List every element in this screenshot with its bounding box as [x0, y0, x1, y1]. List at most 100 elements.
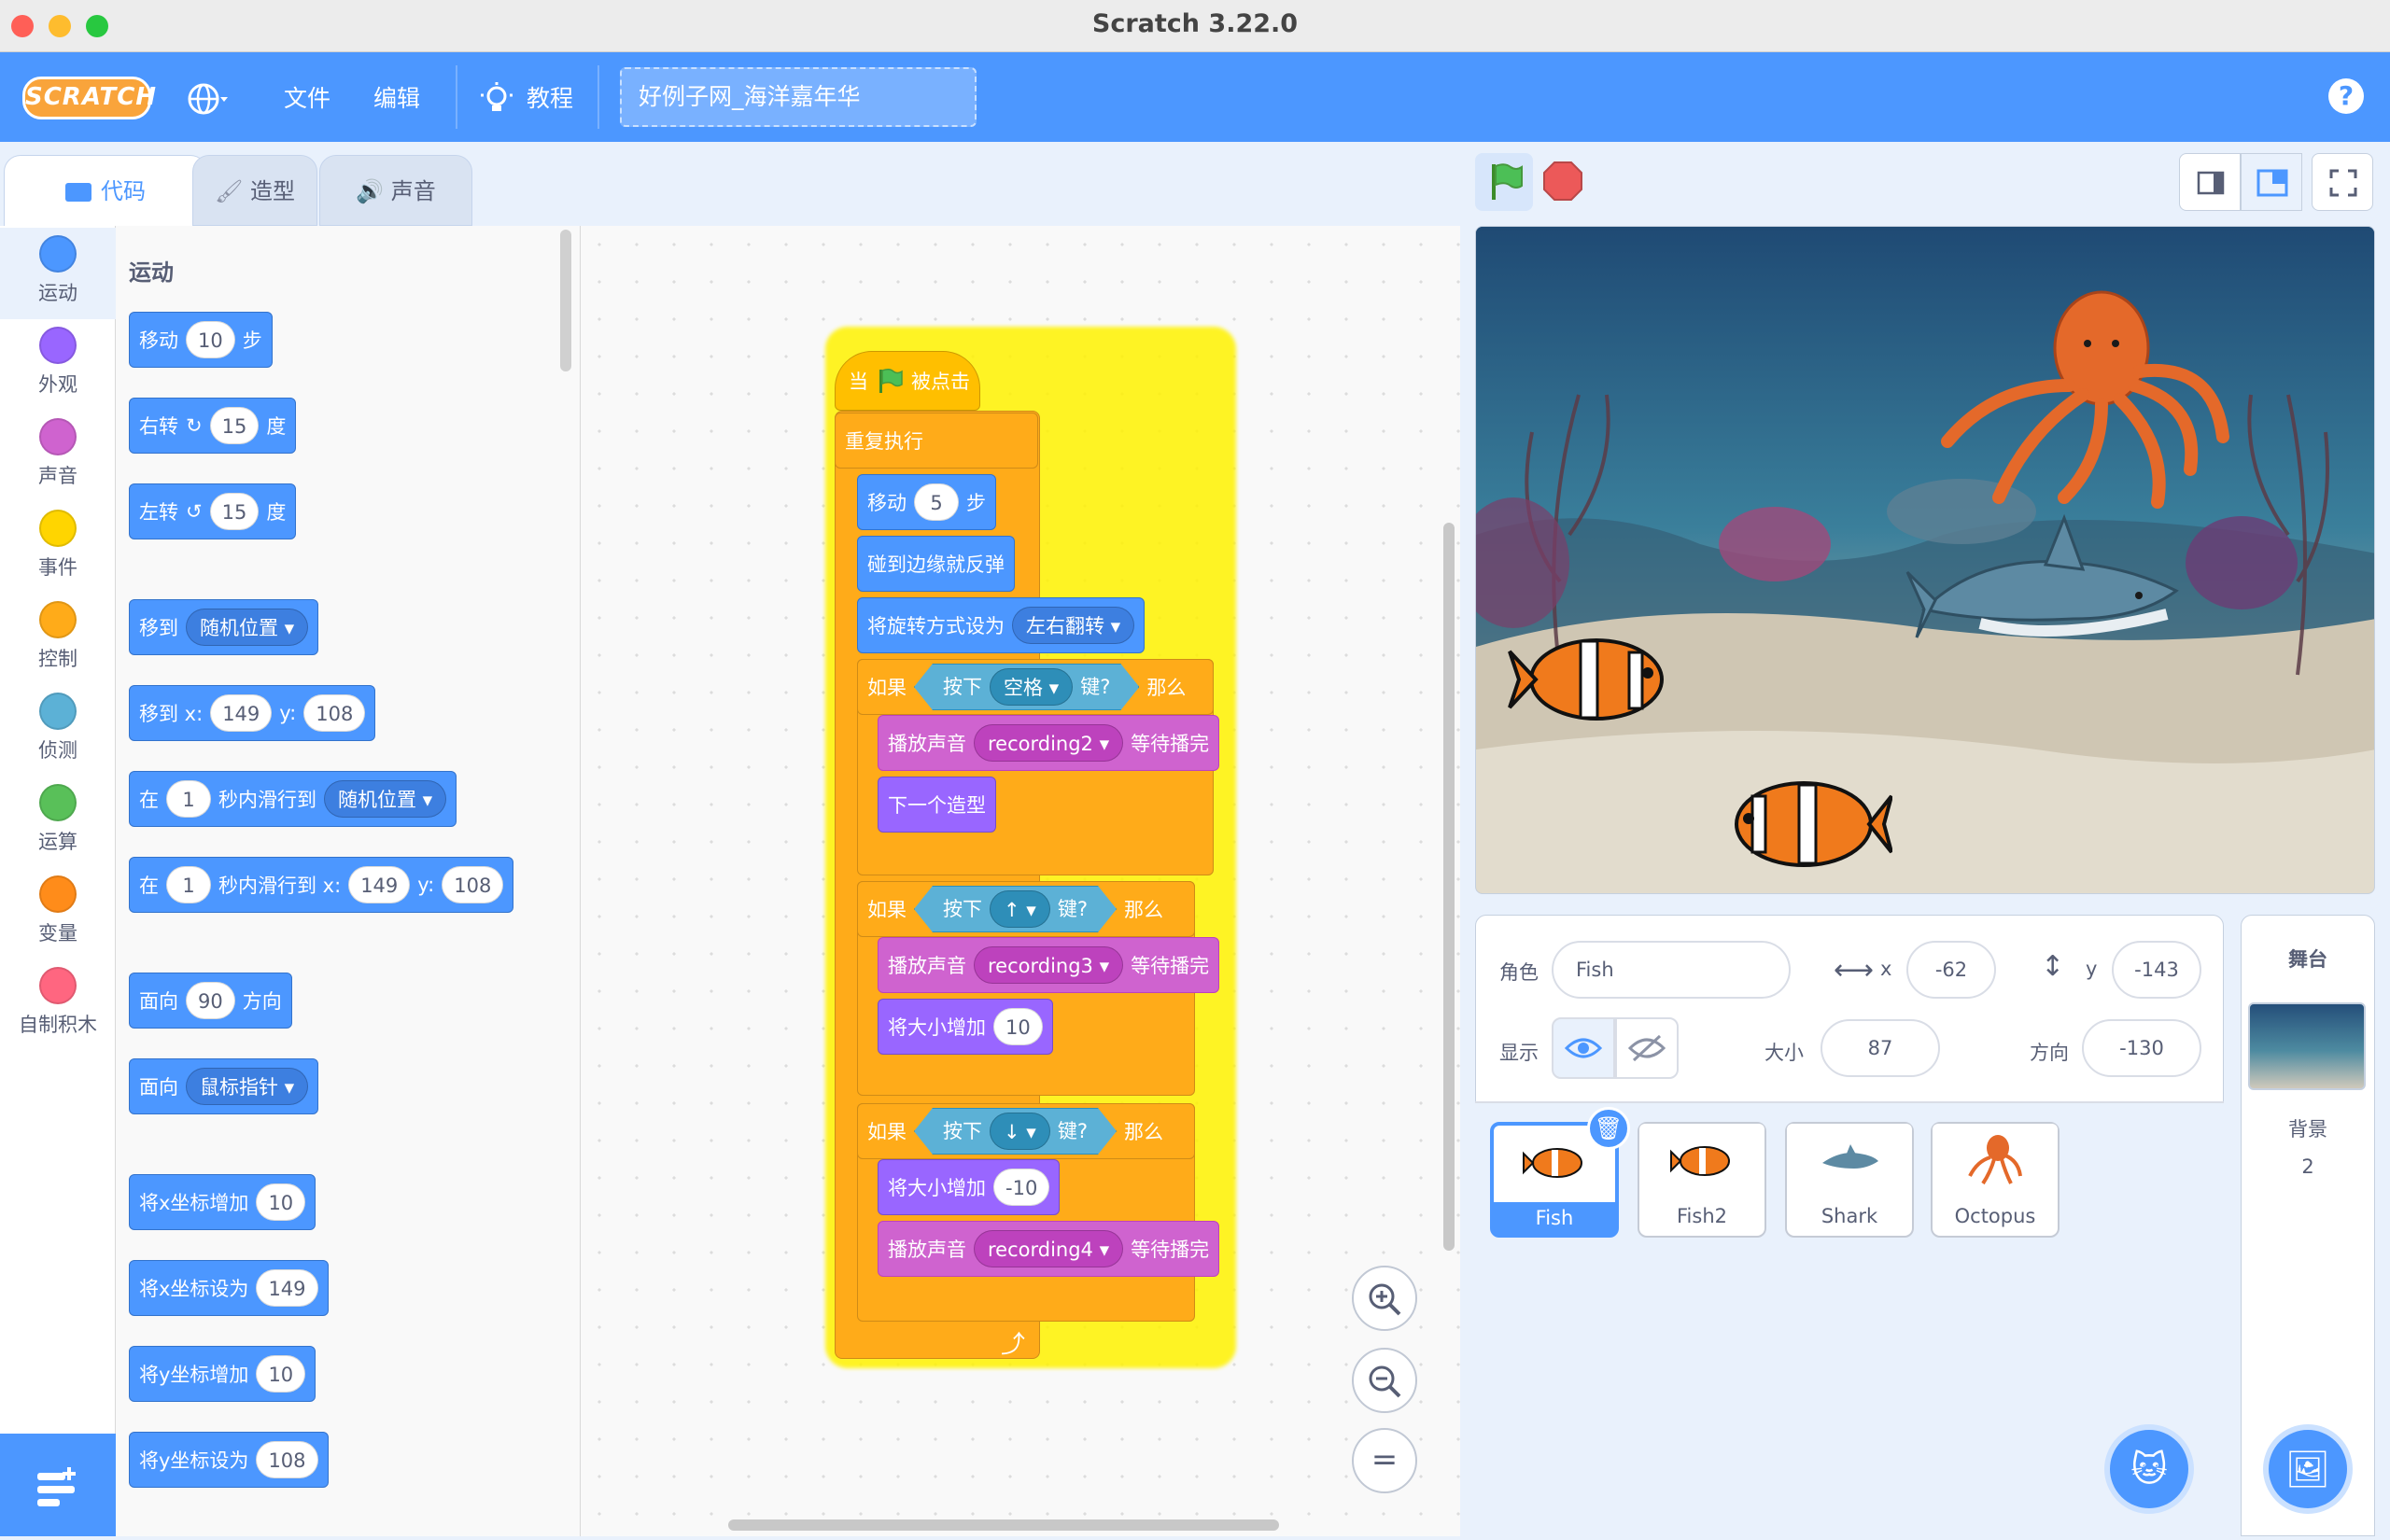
- block-change-x[interactable]: 将x坐标增加 10: [129, 1174, 316, 1230]
- block-goto[interactable]: 移到 随机位置 ▾: [129, 599, 319, 655]
- key-pressed-block[interactable]: 按下 空格 ▾ 键?: [914, 664, 1139, 710]
- category-sound[interactable]: 声音: [0, 411, 116, 502]
- sprite-card-fish2[interactable]: Fish2: [1638, 1122, 1766, 1238]
- block-play-sound-until-done[interactable]: 播放声音 recording2 ▾ 等待播完: [878, 715, 1220, 771]
- block-dropdown[interactable]: 鼠标指针 ▾: [186, 1068, 309, 1105]
- file-menu[interactable]: 文件: [284, 80, 330, 118]
- sound-dropdown[interactable]: recording2 ▾: [974, 724, 1124, 762]
- category-control[interactable]: 控制: [0, 594, 116, 685]
- block-input[interactable]: 149: [348, 866, 411, 903]
- category-variables[interactable]: 变量: [0, 868, 116, 959]
- sound-dropdown[interactable]: recording4 ▾: [974, 1230, 1124, 1267]
- block-input[interactable]: 108: [442, 866, 504, 903]
- edit-menu[interactable]: 编辑: [373, 80, 420, 118]
- when-flag-clicked-block[interactable]: 当 被点击: [835, 351, 980, 411]
- size-input[interactable]: 87: [1821, 1019, 1940, 1077]
- key-dropdown[interactable]: ↑ ▾: [990, 890, 1050, 928]
- block-dropdown[interactable]: 随机位置 ▾: [186, 609, 309, 646]
- x-position-input[interactable]: -62: [1906, 941, 1996, 999]
- sprite-card-octopus[interactable]: Octopus: [1931, 1122, 2060, 1238]
- add-sprite-button[interactable]: 🐱: [2104, 1424, 2194, 1514]
- scratch-logo[interactable]: SCRATCH: [22, 77, 156, 119]
- block-change-size[interactable]: 将大小增加 10: [878, 999, 1053, 1055]
- add-backdrop-button[interactable]: 🖼: [2263, 1424, 2353, 1514]
- key-dropdown[interactable]: 空格 ▾: [990, 668, 1073, 706]
- block-change-size[interactable]: 将大小增加 -10: [878, 1159, 1061, 1215]
- shark-sprite[interactable]: [1905, 507, 2197, 675]
- block-input[interactable]: -10: [993, 1169, 1050, 1206]
- block-input[interactable]: 1: [166, 780, 211, 818]
- block-next-costume[interactable]: 下一个造型: [878, 777, 996, 833]
- workspace-horizontal-scrollbar[interactable]: [728, 1519, 1279, 1531]
- stop-button[interactable]: [1542, 161, 1583, 202]
- octopus-sprite[interactable]: [1905, 273, 2232, 516]
- tab-costumes[interactable]: 🖌 造型: [192, 155, 317, 226]
- block-glide[interactable]: 在 1 秒内滑行到 随机位置 ▾: [129, 771, 457, 827]
- block-goto-xy[interactable]: 移到 x: 149 y: 108: [129, 685, 376, 741]
- block-change-y[interactable]: 将y坐标增加 10: [129, 1346, 316, 1402]
- block-input[interactable]: 5: [914, 483, 959, 521]
- block-input[interactable]: 10: [256, 1183, 306, 1221]
- workspace-vertical-scrollbar[interactable]: [1443, 523, 1455, 1251]
- block-play-sound-until-done[interactable]: 播放声音 recording4 ▾ 等待播完: [878, 1221, 1220, 1277]
- y-position-input[interactable]: -143: [2112, 941, 2201, 999]
- key-pressed-block[interactable]: 按下 ↓ ▾ 键?: [914, 1108, 1117, 1155]
- backdrop-thumbnail[interactable]: [2248, 1002, 2366, 1090]
- block-input[interactable]: 10: [186, 321, 235, 358]
- category-looks[interactable]: 外观: [0, 319, 116, 411]
- green-flag-button[interactable]: [1475, 153, 1533, 211]
- fish2-sprite[interactable]: [1715, 768, 1892, 880]
- category-sensing[interactable]: 侦测: [0, 685, 116, 777]
- block-move-steps[interactable]: 移动 5 步: [857, 474, 996, 530]
- fish-sprite[interactable]: [1508, 628, 1676, 731]
- sprite-name-input[interactable]: Fish: [1552, 941, 1791, 999]
- block-point-towards[interactable]: 面向 鼠标指针 ▾: [129, 1058, 319, 1114]
- block-turn-right[interactable]: 右转 ↻ 15 度: [129, 398, 297, 454]
- block-input[interactable]: 149: [210, 694, 273, 732]
- forever-block[interactable]: 重复执行: [835, 413, 1038, 469]
- block-glide-xy[interactable]: 在 1 秒内滑行到 x: 149 y: 108: [129, 857, 514, 913]
- key-pressed-block[interactable]: 按下 ↑ ▾ 键?: [914, 886, 1117, 932]
- block-input[interactable]: 108: [303, 694, 366, 732]
- block-set-rotation-style[interactable]: 将旋转方式设为 左右翻转 ▾: [857, 597, 1146, 653]
- language-menu[interactable]: [187, 80, 254, 118]
- tab-sounds[interactable]: 🔊 声音: [319, 155, 472, 226]
- block-play-sound-until-done[interactable]: 播放声音 recording3 ▾ 等待播完: [878, 937, 1220, 993]
- category-operators[interactable]: 运算: [0, 777, 116, 868]
- block-input[interactable]: 90: [186, 982, 235, 1019]
- category-events[interactable]: 事件: [0, 502, 116, 594]
- sprite-card-shark[interactable]: Shark: [1785, 1122, 1914, 1238]
- block-move-steps[interactable]: 移动 10 步: [129, 312, 273, 368]
- block-input[interactable]: 15: [209, 493, 260, 530]
- hide-sprite-button[interactable]: [1615, 1017, 1679, 1079]
- show-sprite-button[interactable]: [1552, 1017, 1615, 1079]
- delete-sprite-button[interactable]: 🗑: [1587, 1107, 1630, 1150]
- block-input[interactable]: 10: [993, 1008, 1043, 1045]
- tutorials-menu[interactable]: 教程: [478, 80, 573, 118]
- block-input[interactable]: 1: [166, 866, 211, 903]
- palette-scrollbar[interactable]: [560, 230, 571, 371]
- block-input[interactable]: 108: [256, 1441, 318, 1478]
- zoom-out-button[interactable]: [1352, 1348, 1417, 1413]
- normal-stage-button[interactable]: [2241, 153, 2302, 211]
- project-title-input[interactable]: 好例子网_海洋嘉年华: [620, 67, 977, 127]
- direction-input[interactable]: -130: [2082, 1019, 2201, 1077]
- block-input[interactable]: 15: [209, 407, 260, 444]
- zoom-in-button[interactable]: [1352, 1266, 1417, 1331]
- block-point-direction[interactable]: 面向 90 方向: [129, 973, 292, 1029]
- zoom-reset-button[interactable]: =: [1352, 1428, 1417, 1493]
- block-turn-left[interactable]: 左转 ↺ 15 度: [129, 483, 297, 539]
- block-input[interactable]: 149: [256, 1269, 318, 1307]
- block-dropdown[interactable]: 随机位置 ▾: [324, 780, 447, 818]
- help-button[interactable]: ?: [2328, 78, 2364, 114]
- block-set-x[interactable]: 将x坐标设为 149: [129, 1260, 329, 1316]
- fullscreen-button[interactable]: [2312, 153, 2373, 211]
- key-dropdown[interactable]: ↓ ▾: [990, 1113, 1050, 1150]
- small-stage-button[interactable]: [2179, 153, 2241, 211]
- tab-code[interactable]: 代码: [4, 155, 207, 226]
- add-extension-button[interactable]: [0, 1434, 116, 1536]
- category-my-blocks[interactable]: 自制积木: [0, 959, 116, 1051]
- stage-canvas[interactable]: [1475, 226, 2375, 894]
- block-bounce[interactable]: 碰到边缘就反弹: [857, 536, 1015, 592]
- block-set-y[interactable]: 将y坐标设为 108: [129, 1432, 329, 1488]
